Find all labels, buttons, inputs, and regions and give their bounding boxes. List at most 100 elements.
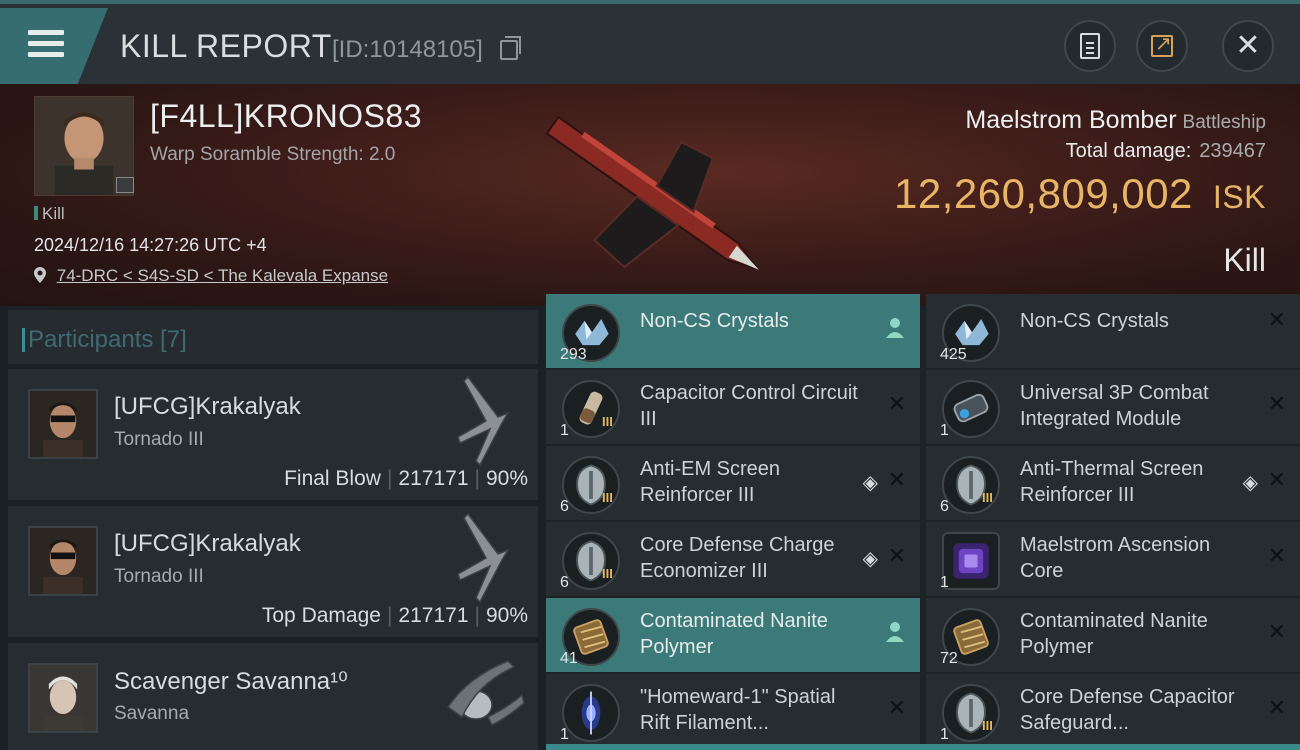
item-quantity: 6 (940, 498, 949, 515)
participant-stat: Top Damage | 217171 | 90% (261, 604, 528, 627)
participant-row[interactable]: Scavenger Savanna¹⁰ Savanna (8, 642, 538, 750)
report-id: [ID:10148105] (332, 36, 483, 63)
stack-icon: ◈ (862, 546, 878, 570)
dropped-items-grid: 293 Non-CS Crystals 425 Non-CS Crystals … (546, 294, 1300, 750)
participant-row[interactable]: [UFCG]Krakalyak Tornado III Final Blow | 2… (8, 368, 538, 500)
close-button[interactable]: ✕ (1222, 20, 1274, 72)
destroyed-x-icon: ✕ (1267, 620, 1286, 645)
item-name: Contaminated Nanite Polymer (1020, 610, 1208, 658)
item-name: Non-CS Crystals (640, 310, 789, 332)
item-tier: III (602, 490, 613, 505)
item-tier: III (982, 718, 993, 733)
ship-name-text: Maelstrom Bomber (965, 106, 1177, 134)
participants-panel: Participants [7] [UFCG]Krakalyak Tornado… (8, 310, 538, 750)
combat-module-icon (942, 380, 1000, 438)
item-card[interactable]: 72 Contaminated Nanite Polymer ✕ (926, 598, 1300, 672)
participant-percent: 90% (485, 467, 528, 490)
item-card[interactable]: 1 Maelstrom Ascension Core ✕ (926, 522, 1300, 596)
participant-ship-image (457, 512, 510, 604)
item-quantity: 425 (940, 346, 967, 363)
result-label: Kill (1223, 242, 1266, 278)
item-card[interactable]: 1 Universal 3P Combat Integrated Module … (926, 370, 1300, 444)
rift-filament-icon (562, 684, 620, 742)
participant-avatar (28, 663, 98, 733)
item-card[interactable]: 6 III Core Defense Charge Economizer III… (546, 522, 920, 596)
victim-name[interactable]: [F4LL]KRONOS83 (150, 98, 422, 135)
portrait-badge-icon (116, 177, 134, 193)
participant-ship-image (446, 660, 525, 727)
victim-ship-image (545, 115, 760, 271)
shield-reinforcer-icon (942, 456, 1000, 514)
page-title: KILL REPORT (120, 28, 332, 64)
header-bar: KILL REPORT [ID:10148105] ✕ (0, 0, 1300, 84)
participant-ship: Savanna (114, 703, 190, 724)
participant-stat: Final Blow | 217171 | 90% (284, 467, 528, 490)
item-card[interactable]: 293 Non-CS Crystals (546, 294, 920, 368)
clipboard-button[interactable] (1064, 20, 1116, 72)
ship-class: Battleship (1182, 112, 1266, 133)
share-button[interactable] (1136, 20, 1188, 72)
item-name: Capacitor Control Circuit III (640, 382, 858, 430)
total-damage-label: Total damage: (1065, 140, 1192, 162)
item-name: Contaminated Nanite Polymer (640, 610, 828, 658)
item-name: Anti-Thermal Screen Reinforcer III (1020, 458, 1204, 506)
item-card[interactable]: 1 III Core Defense Capacitor Safeguard..… (926, 674, 1300, 748)
menu-button[interactable] (0, 8, 108, 84)
destroyed-x-icon: ✕ (1267, 468, 1286, 493)
destroyed-x-icon: ✕ (1267, 544, 1286, 569)
participant-ship: Tornado III (114, 429, 204, 450)
shield-reinforcer-icon (942, 684, 1000, 742)
participant-ship-image (457, 375, 510, 467)
item-quantity: 293 (560, 346, 587, 363)
item-card[interactable]: 6 III Anti-Thermal Screen Reinforcer III… (926, 446, 1300, 520)
item-tier: III (602, 414, 613, 429)
total-damage: Total damage: 239467 (1066, 140, 1266, 163)
participant-avatar (28, 526, 98, 596)
participant-damage: 217171 (398, 467, 469, 490)
participant-row[interactable]: [UFCG]Krakalyak Tornado III Top Damage | 2… (8, 505, 538, 637)
person-icon (886, 622, 904, 642)
item-card[interactable]: 425 Non-CS Crystals ✕ (926, 294, 1300, 368)
copy-icon[interactable] (500, 36, 521, 60)
participant-avatar (28, 389, 98, 459)
item-quantity: 1 (940, 422, 949, 439)
item-card[interactable]: 41 Contaminated Nanite Polymer (546, 598, 920, 672)
participants-label: Participants [7] (22, 326, 187, 353)
clipboard-icon (1080, 33, 1100, 59)
item-quantity: 1 (940, 574, 949, 591)
destroyed-x-icon: ✕ (1267, 392, 1286, 417)
capacitor-circuit-icon (562, 380, 620, 438)
participant-ship: Tornado III (114, 566, 204, 587)
stack-icon: ◈ (1242, 470, 1258, 494)
destroyed-x-icon: ✕ (1267, 696, 1286, 721)
item-quantity: 1 (940, 726, 949, 743)
item-card[interactable]: 1 III Capacitor Control Circuit III ✕ (546, 370, 920, 444)
scroll-indicator (546, 744, 1300, 750)
participant-damage: 217171 (398, 604, 469, 627)
item-name: Maelstrom Ascension Core (1020, 534, 1211, 582)
location-link[interactable]: 74-DRC < S4S-SD < The Kalevala Expanse (57, 266, 388, 285)
share-icon (1151, 31, 1173, 57)
victim-banner: [F4LL]KRONOS83 Warp Soramble Strength: 2… (0, 84, 1300, 306)
total-damage-value: 239467 (1199, 140, 1266, 162)
item-quantity: 72 (940, 650, 958, 667)
item-card[interactable]: 1 "Homeward-1" Spatial Rift Filament... … (546, 674, 920, 748)
participant-role: Top Damage (261, 604, 381, 627)
kill-location[interactable]: 74-DRC < S4S-SD < The Kalevala Expanse (34, 266, 388, 286)
item-quantity: 41 (560, 650, 578, 667)
participants-header: Participants [7] (8, 310, 538, 364)
item-card[interactable]: 6 III Anti-EM Screen Reinforcer III ◈ ✕ (546, 446, 920, 520)
shield-reinforcer-icon (562, 456, 620, 514)
shield-reinforcer-icon (562, 532, 620, 590)
participant-name: Scavenger Savanna¹⁰ (114, 668, 348, 695)
participant-name: [UFCG]Krakalyak (114, 393, 301, 420)
destroyed-x-icon: ✕ (1267, 308, 1286, 333)
item-quantity: 6 (560, 498, 569, 515)
isk-unit: ISK (1212, 179, 1266, 215)
item-name: Universal 3P Combat Integrated Module (1020, 382, 1209, 430)
person-icon (886, 318, 904, 338)
destroyed-x-icon: ✕ (887, 392, 906, 417)
item-name: "Homeward-1" Spatial Rift Filament... (640, 686, 836, 734)
hamburger-icon (28, 30, 64, 58)
kill-tag: Kill (34, 204, 65, 224)
